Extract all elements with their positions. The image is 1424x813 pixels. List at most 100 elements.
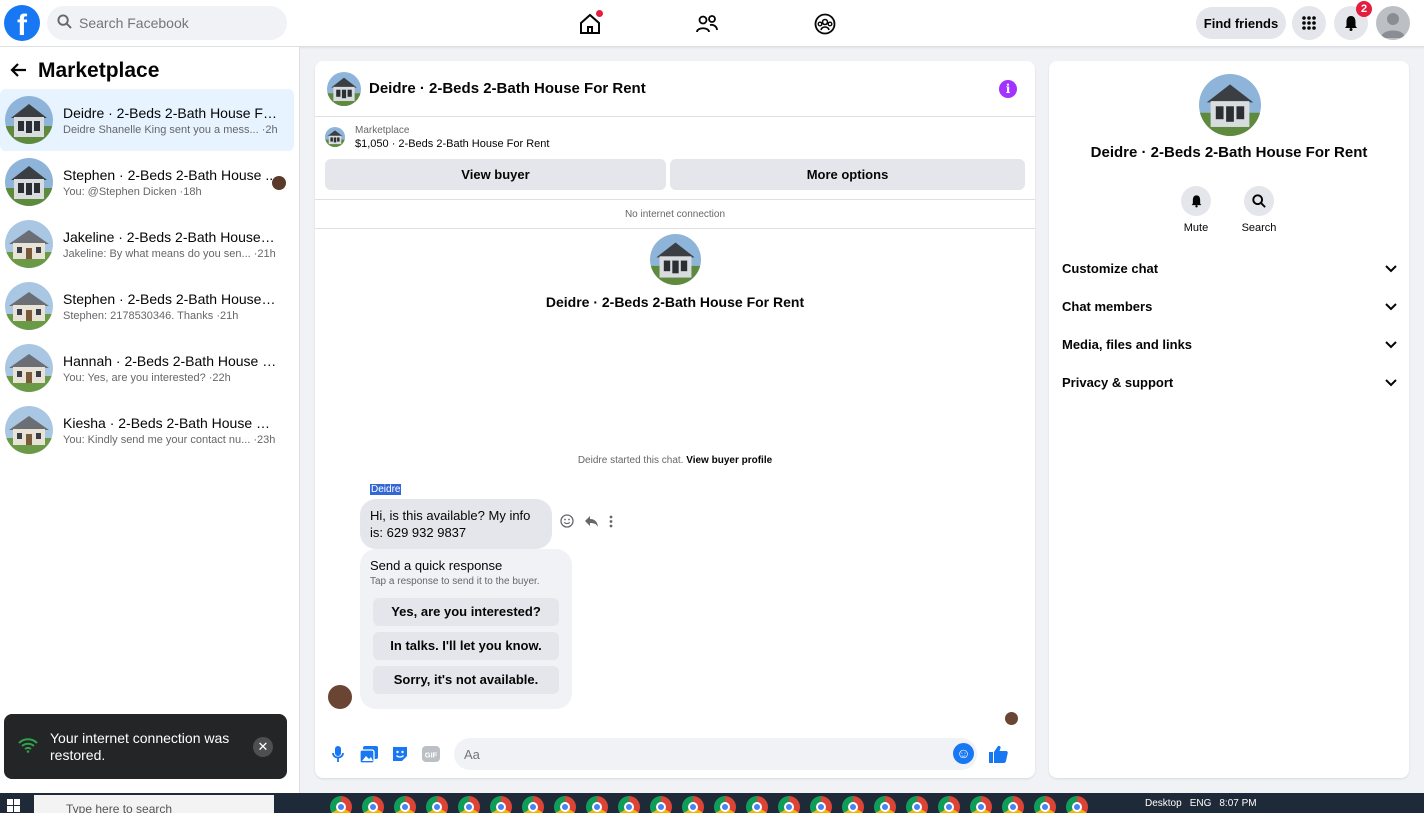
connection-status: No internet connection [315,199,1035,229]
mute-button[interactable]: Mute [1166,186,1226,234]
conversation-item[interactable]: Hannah · 2-Beds 2-Bath House For... You: … [0,337,294,399]
message-input-box[interactable]: ☺ [454,738,977,770]
like-thumb-icon[interactable] [987,743,1009,765]
search-icon [57,14,72,32]
desktop-label[interactable]: Desktop [1145,798,1182,809]
chrome-icon[interactable] [906,796,928,813]
message-bubble[interactable]: Hi, is this available? My info is: 629 9… [360,499,552,549]
chrome-icon[interactable] [330,796,352,813]
facebook-logo-icon[interactable]: f [4,5,40,41]
photo-icon[interactable] [358,743,380,765]
buyer-avatar[interactable] [328,685,352,709]
info-icon[interactable]: i [999,80,1017,98]
quick-response-button[interactable]: In talks. I'll let you know. [373,632,559,660]
chrome-icon[interactable] [1002,796,1024,813]
taskbar-search-box[interactable]: Type here to search [34,795,274,813]
conversation-title: Deidre · 2-Beds 2-Bath House For ... [63,104,278,121]
chrome-icon[interactable] [458,796,480,813]
conversation-title: Stephen · 2-Beds 2-Bath House ... [63,166,278,183]
message-composer: GIF ☺ [315,734,1035,774]
conversation-preview: You: Kindly send me your contact nu... ·… [63,433,276,446]
conversation-item[interactable]: Deidre · 2-Beds 2-Bath House For ... Deid… [0,89,294,151]
chat-started-note: Deidre started this chat. View buyer pro… [315,455,1035,466]
section-media-files-links[interactable]: Media, files and links [1062,326,1397,362]
chrome-icon[interactable] [1066,796,1088,813]
microphone-icon[interactable] [327,743,349,765]
chrome-icon[interactable] [650,796,672,813]
chrome-icon[interactable] [682,796,704,813]
chat-center-title: Deidre · 2-Beds 2-Bath House For Rent [545,294,805,310]
chrome-icon[interactable] [938,796,960,813]
chrome-icon[interactable] [618,796,640,813]
windows-taskbar: Type here to search Desktop ENG 8:07 PM [0,793,1424,813]
house-avatar[interactable] [327,72,361,106]
conversation-title: Kiesha · 2-Beds 2-Bath House For ... [63,414,278,431]
friends-icon[interactable] [692,9,722,39]
system-tray: Desktop ENG 8:07 PM [1145,793,1257,813]
bell-icon [1181,186,1211,216]
more-options-button[interactable]: More options [670,159,1025,190]
conversation-preview: Deidre Shanelle King sent you a mess... … [63,123,278,136]
section-privacy-support[interactable]: Privacy & support [1062,364,1397,400]
find-friends-button[interactable]: Find friends [1196,7,1286,39]
groups-icon[interactable] [810,9,840,39]
chrome-icon[interactable] [746,796,768,813]
conversation-item[interactable]: Stephen · 2-Beds 2-Bath House ... You: @S… [0,151,294,213]
section-label: Privacy & support [1062,374,1174,390]
menu-grid-icon[interactable] [1292,6,1326,40]
chrome-icon[interactable] [778,796,800,813]
house-avatar [5,220,53,268]
chevron-down-icon [1385,375,1397,390]
react-emoji-icon[interactable] [560,514,574,531]
chrome-icon[interactable] [362,796,384,813]
house-avatar [1199,74,1261,136]
chrome-icon[interactable] [554,796,576,813]
windows-start-icon[interactable] [7,799,20,813]
emoji-icon[interactable]: ☺ [953,743,974,764]
house-avatar [5,344,53,392]
chrome-icon[interactable] [394,796,416,813]
quick-response-button[interactable]: Yes, are you interested? [373,598,559,626]
chrome-icon[interactable] [842,796,864,813]
details-title: Deidre · 2-Beds 2-Bath House For Rent [1090,144,1368,161]
clock[interactable]: 8:07 PM [1219,798,1256,809]
chrome-icon[interactable] [714,796,736,813]
chrome-icon[interactable] [1034,796,1056,813]
chrome-icon[interactable] [490,796,512,813]
listing-detail: $1,050 · 2-Beds 2-Bath House For Rent [355,138,550,150]
back-arrow-icon[interactable] [10,61,28,82]
search-in-chat-button[interactable]: Search [1229,186,1289,234]
home-notification-dot [596,10,603,17]
chrome-icon[interactable] [522,796,544,813]
home-icon[interactable] [575,9,605,39]
language-indicator[interactable]: ENG [1190,798,1212,809]
conversation-item[interactable]: Kiesha · 2-Beds 2-Bath House For ... You:… [0,399,294,461]
chrome-icon[interactable] [586,796,608,813]
gif-icon[interactable]: GIF [420,743,442,765]
page-title: Marketplace [38,59,160,82]
conversation-preview: You: @Stephen Dicken ·18h [63,185,202,198]
listing-summary[interactable]: Marketplace $1,050 · 2-Beds 2-Bath House… [325,125,549,150]
search-input[interactable] [79,15,269,31]
message-input[interactable] [464,746,944,762]
view-buyer-button[interactable]: View buyer [325,159,666,190]
reply-icon[interactable] [584,515,599,531]
chrome-icon[interactable] [810,796,832,813]
started-text: Deidre started this chat. [577,455,684,466]
chrome-icon[interactable] [426,796,448,813]
search-box[interactable] [47,6,287,40]
quick-response-button[interactable]: Sorry, it's not available. [373,666,559,694]
conversation-preview: Jakeline: By what means do you sen... ·2… [63,247,276,260]
section-customize-chat[interactable]: Customize chat [1062,250,1397,286]
profile-avatar-icon[interactable] [1376,6,1410,40]
chrome-icon[interactable] [970,796,992,813]
view-buyer-profile-link[interactable]: View buyer profile [686,455,772,466]
conversation-item[interactable]: Stephen · 2-Beds 2-Bath House Fo... Steph… [0,275,294,337]
chat-title[interactable]: Deidre · 2-Beds 2-Bath House For Rent [369,80,646,97]
conversation-item[interactable]: Jakeline · 2-Beds 2-Bath House For... Jak… [0,213,294,275]
sticker-icon[interactable] [389,743,411,765]
close-icon[interactable]: ✕ [253,737,273,757]
section-chat-members[interactable]: Chat members [1062,288,1397,324]
chrome-icon[interactable] [874,796,896,813]
more-dots-icon[interactable] [609,515,613,531]
